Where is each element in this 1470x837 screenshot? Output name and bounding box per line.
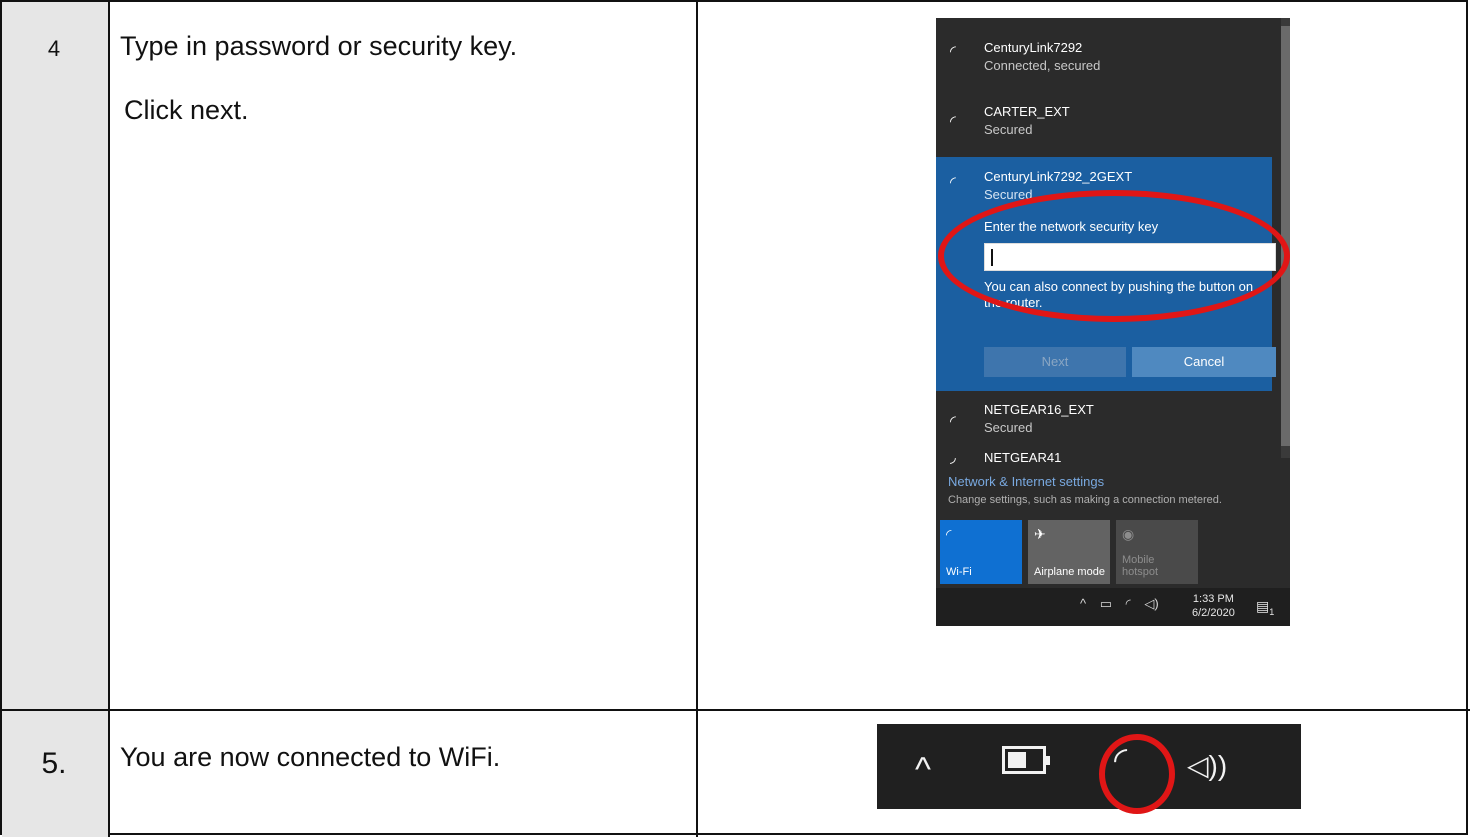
step-number-5: 5. [41, 747, 67, 780]
tile-label: Mobile hotspot [1122, 554, 1159, 578]
notification-icon[interactable]: ▤1 [1256, 598, 1274, 617]
network-name: CenturyLink7292_2GEXT [984, 169, 1133, 184]
step-4-instruction-1: Type in password or security key. [120, 31, 518, 61]
wifi-weak-icon: ◞ [950, 449, 956, 466]
hotspot-icon: ◉ [1122, 526, 1135, 542]
network-status: Connected, secured [984, 58, 1101, 73]
battery-icon[interactable] [1002, 746, 1050, 774]
tile-label: Wi-Fi [946, 566, 972, 578]
volume-icon[interactable]: ◁)) [1187, 746, 1227, 786]
step-number-4: 4 [47, 36, 61, 61]
step-4-instruction-2: Click next. [124, 95, 249, 125]
wifi-icon[interactable]: ◜ [1126, 596, 1131, 611]
network-name: NETGEAR16_EXT [984, 402, 1094, 417]
wifi-tile[interactable]: ◜ Wi-Fi [940, 520, 1022, 584]
taskbar-zoom-screenshot: ^ ◜ ◁)) [877, 724, 1301, 814]
network-item[interactable]: ◜ CARTER_EXT Secured [936, 88, 1272, 150]
wifi-signal-icon: ◜ [950, 413, 956, 430]
highlight-ellipse [938, 190, 1290, 322]
network-item[interactable]: ◞ NETGEAR41 [936, 444, 1272, 470]
step-text-cell [110, 711, 698, 837]
highlight-circle [1099, 734, 1175, 814]
wifi-signal-icon: ◜ [950, 43, 956, 60]
network-name: CenturyLink7292 [984, 40, 1083, 55]
step-5-instruction: You are now connected to WiFi. [120, 742, 501, 772]
network-status: Secured [984, 122, 1033, 137]
next-button[interactable]: Next [984, 347, 1126, 377]
wifi-signal-icon: ◜ [950, 174, 956, 191]
network-status: Secured [984, 420, 1033, 435]
network-flyout-screenshot: ◜ CenturyLink7292 Connected, secured ◜ C… [936, 18, 1290, 626]
network-item[interactable]: ◜ CenturyLink7292 Connected, secured [936, 18, 1272, 80]
network-name: NETGEAR41 [984, 450, 1062, 465]
taskbar: ^ ▭ ◜ ◁) 1:33 PM 6/2/2020 ▤1 [936, 588, 1290, 626]
wifi-signal-icon: ◜ [950, 113, 956, 130]
battery-icon[interactable]: ▭ [1100, 596, 1112, 611]
volume-icon[interactable]: ◁) [1144, 596, 1158, 611]
airplane-icon: ✈ [1034, 526, 1046, 542]
chevron-up-icon[interactable]: ^ [1080, 596, 1086, 611]
clock-time: 1:33 PM [1192, 593, 1234, 605]
network-settings-link[interactable]: Network & Internet settings [948, 474, 1104, 489]
clock[interactable]: 1:33 PM 6/2/2020 [1192, 592, 1235, 620]
cancel-button[interactable]: Cancel [1132, 347, 1276, 377]
chevron-up-icon[interactable]: ^ [915, 750, 931, 790]
tile-label: Airplane mode [1034, 566, 1105, 578]
system-tray-icons: ^ ▭ ◜ ◁) [1080, 596, 1169, 612]
airplane-mode-tile[interactable]: ✈ Airplane mode [1028, 520, 1110, 584]
network-settings-description: Change settings, such as making a connec… [948, 494, 1222, 506]
network-name: CARTER_EXT [984, 104, 1070, 119]
wifi-icon: ◜ [946, 526, 952, 542]
mobile-hotspot-tile[interactable]: ◉ Mobile hotspot [1116, 520, 1198, 584]
clock-date: 6/2/2020 [1192, 607, 1235, 619]
step-number-cell [2, 2, 110, 709]
notification-count: 1 [1269, 606, 1275, 617]
